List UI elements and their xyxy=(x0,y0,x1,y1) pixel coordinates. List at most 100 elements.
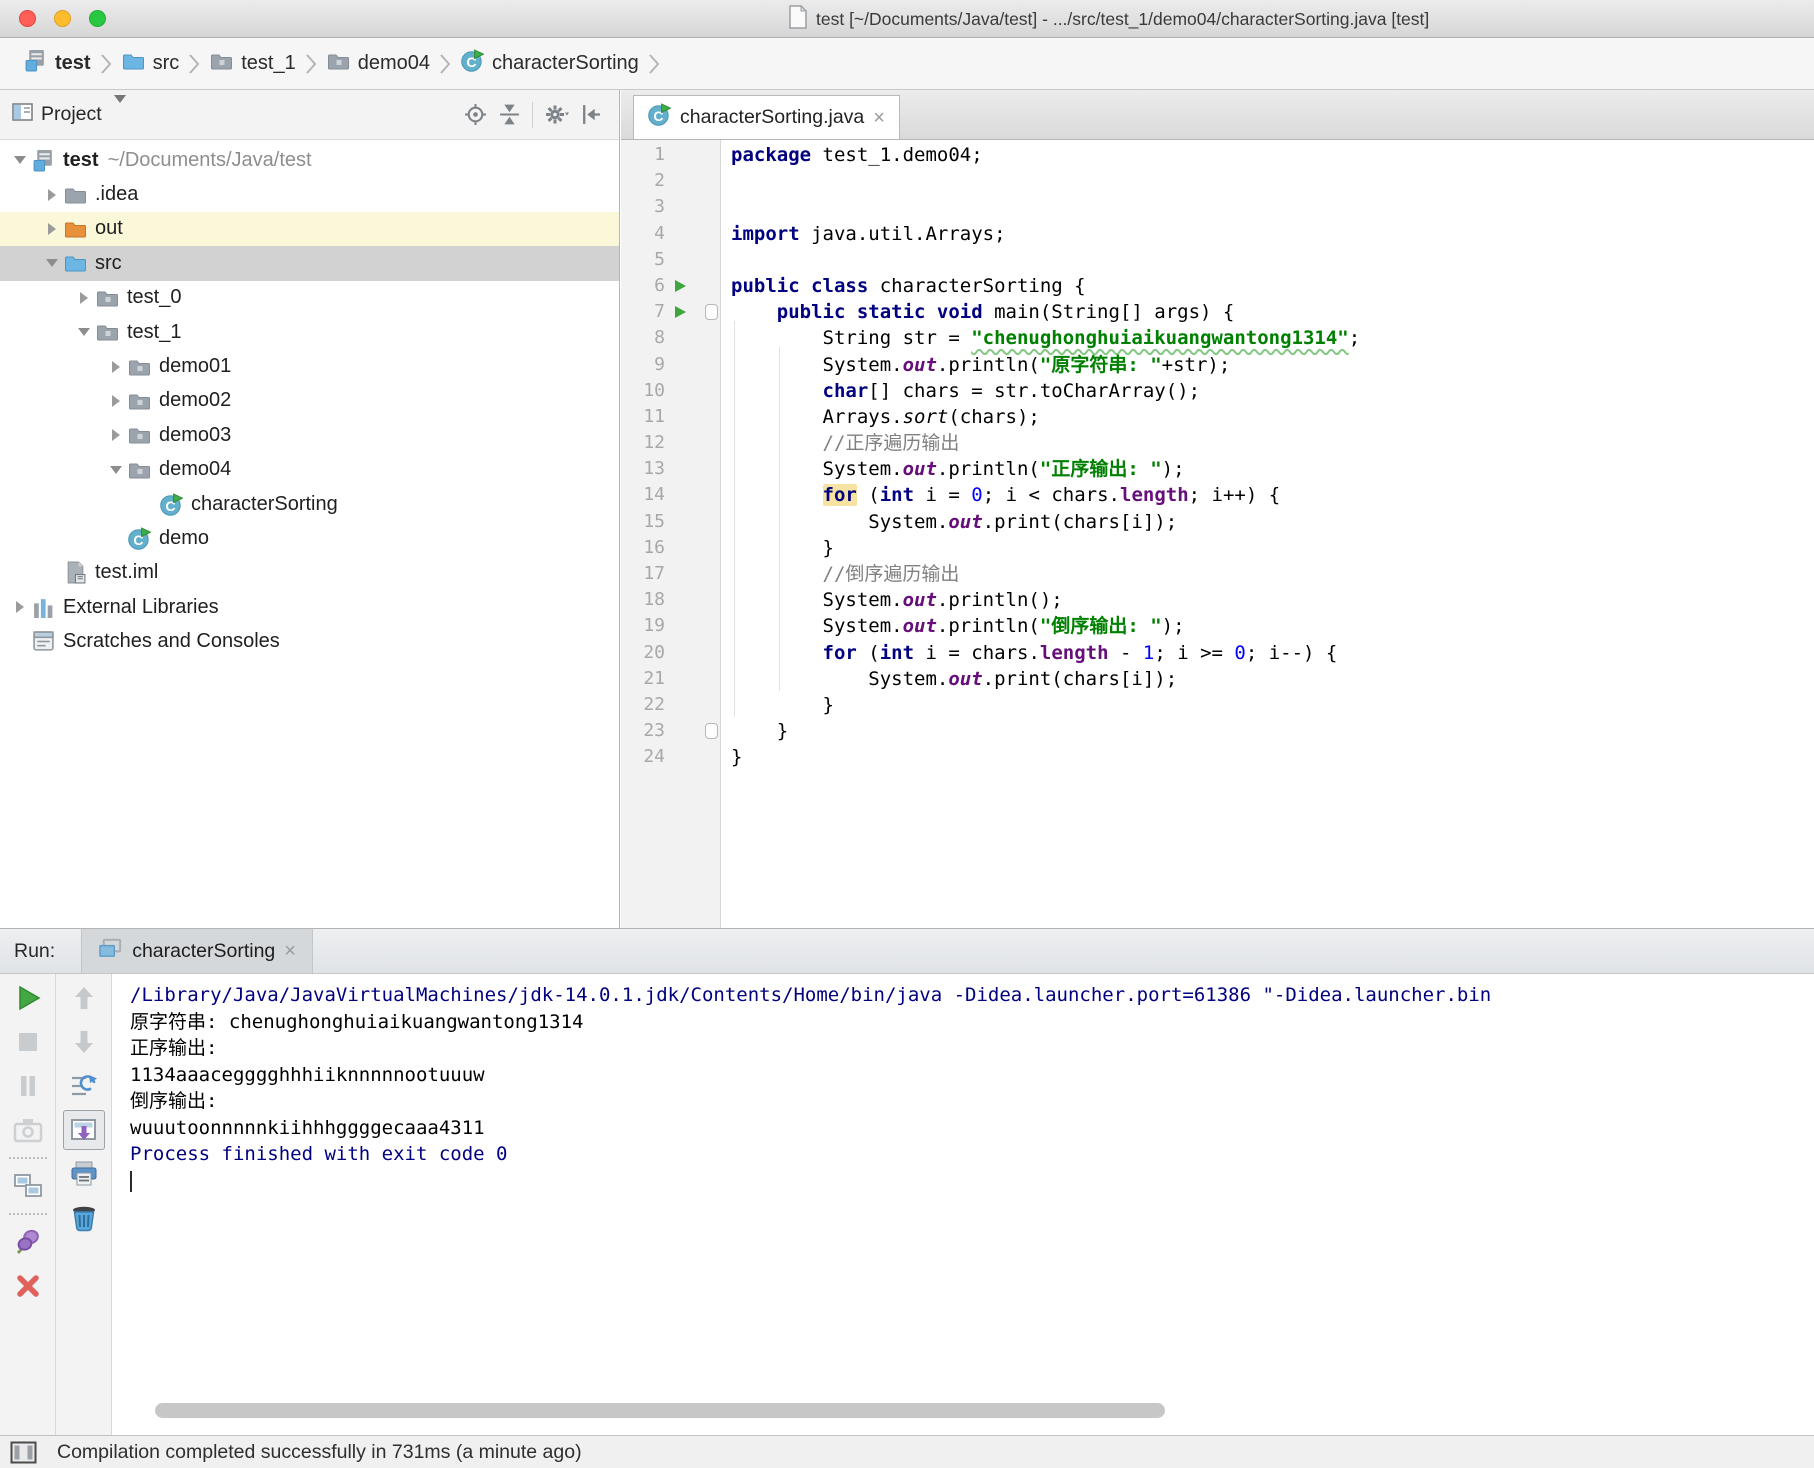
tree-item-test-iml[interactable]: test.iml xyxy=(0,556,619,590)
tree-item-demo[interactable]: Cdemo xyxy=(0,521,619,555)
fold-marker-icon[interactable] xyxy=(705,304,718,320)
gutter-line-18: 18 xyxy=(621,587,720,613)
rerun-button[interactable] xyxy=(0,976,55,1020)
settings-gear-icon[interactable] xyxy=(539,100,573,130)
pause-button[interactable] xyxy=(0,1064,55,1108)
expand-arrow-icon[interactable] xyxy=(72,328,96,336)
screenshot-button[interactable] xyxy=(0,1108,55,1152)
tree-item--idea[interactable]: .idea xyxy=(0,177,619,211)
folder-gray-icon xyxy=(64,184,88,206)
breadcrumb-item-charactersorting[interactable]: CcharacterSorting xyxy=(461,49,639,78)
gutter-line-10: 10 xyxy=(621,378,720,404)
tree-item-demo01[interactable]: demo01 xyxy=(0,349,619,383)
code-line-11[interactable]: Arrays.sort(chars); xyxy=(731,404,1814,430)
code-line-3[interactable] xyxy=(731,194,1814,220)
chevron-right-icon xyxy=(649,54,660,74)
run-tab-charactersorting[interactable]: characterSorting × xyxy=(81,929,313,973)
tree-item-demo02[interactable]: demo02 xyxy=(0,384,619,418)
tree-item-scratches-and-consoles[interactable]: Scratches and Consoles xyxy=(0,624,619,658)
breadcrumb-item-test_1[interactable]: test_1 xyxy=(210,50,295,78)
close-window-button[interactable] xyxy=(19,10,36,27)
tree-item-test-1[interactable]: test_1 xyxy=(0,315,619,349)
line-number: 5 xyxy=(621,247,665,273)
up-stack-button[interactable] xyxy=(56,976,111,1020)
hide-panel-icon[interactable] xyxy=(573,100,607,130)
down-stack-button[interactable] xyxy=(56,1020,111,1064)
tree-item-external-libraries[interactable]: External Libraries xyxy=(0,590,619,624)
expand-arrow-icon[interactable] xyxy=(40,223,64,235)
code-line-22[interactable]: } xyxy=(731,692,1814,718)
gutter-line-1: 1 xyxy=(621,142,720,168)
breadcrumb-item-src[interactable]: src xyxy=(122,50,180,78)
code-line-19[interactable]: System.out.println("倒序输出: "); xyxy=(731,613,1814,639)
locate-icon[interactable] xyxy=(458,100,492,130)
code-line-13[interactable]: System.out.println("正序输出: "); xyxy=(731,456,1814,482)
tree-item-src[interactable]: src xyxy=(0,246,619,280)
main-area: Project test~/Documents/Java/test.ideaou… xyxy=(0,90,1814,928)
expand-arrow-icon[interactable] xyxy=(104,466,128,474)
code-line-20[interactable]: for (int i = chars.length - 1; i >= 0; i… xyxy=(731,640,1814,666)
code-line-6[interactable]: public class characterSorting { xyxy=(731,273,1814,299)
toolwindow-toggle-icon[interactable] xyxy=(10,1441,37,1464)
code-line-24[interactable]: } xyxy=(731,744,1814,770)
run-line-icon[interactable] xyxy=(675,306,686,318)
code-editor[interactable]: 123456789101112131415161718192021222324 … xyxy=(621,140,1814,928)
tree-item-charactersorting[interactable]: CcharacterSorting xyxy=(0,487,619,521)
expand-arrow-icon[interactable] xyxy=(72,292,96,304)
code-line-15[interactable]: System.out.print(chars[i]); xyxy=(731,509,1814,535)
code-line-14[interactable]: for (int i = 0; i < chars.length; i++) { xyxy=(731,482,1814,508)
gutter-line-2: 2 xyxy=(621,168,720,194)
expand-arrow-icon[interactable] xyxy=(40,189,64,201)
tree-item-test[interactable]: test~/Documents/Java/test xyxy=(0,143,619,177)
fold-marker-icon[interactable] xyxy=(705,723,718,739)
stop-button[interactable] xyxy=(0,1020,55,1064)
expand-arrow-icon[interactable] xyxy=(104,395,128,407)
code-line-8[interactable]: String str = "chenughonghuiaikuangwanton… xyxy=(731,325,1814,351)
horizontal-scrollbar-thumb[interactable] xyxy=(155,1403,1165,1418)
code-line-23[interactable]: } xyxy=(731,718,1814,744)
code-line-4[interactable]: import java.util.Arrays; xyxy=(731,221,1814,247)
tree-item-label: test_0 xyxy=(127,286,181,309)
code-line-5[interactable] xyxy=(731,247,1814,273)
expand-arrow-icon[interactable] xyxy=(8,156,32,164)
close-panel-button[interactable] xyxy=(0,1264,55,1308)
code-area[interactable]: package test_1.demo04;import java.util.A… xyxy=(721,140,1814,928)
pin-button[interactable] xyxy=(0,1220,55,1264)
expand-arrow-icon[interactable] xyxy=(40,259,64,267)
clear-all-button[interactable] xyxy=(56,1196,111,1240)
code-line-16[interactable]: } xyxy=(731,535,1814,561)
run-line-icon[interactable] xyxy=(675,280,686,292)
code-line-10[interactable]: char[] chars = str.toCharArray(); xyxy=(731,378,1814,404)
scroll-to-end-button[interactable] xyxy=(56,1108,111,1152)
expand-arrow-icon[interactable] xyxy=(104,429,128,441)
close-run-tab-icon[interactable]: × xyxy=(284,941,296,961)
code-line-9[interactable]: System.out.println("原字符串: "+str); xyxy=(731,352,1814,378)
minimize-window-button[interactable] xyxy=(54,10,71,27)
tree-item-test-0[interactable]: test_0 xyxy=(0,281,619,315)
run-toolbar-left xyxy=(0,974,56,1435)
code-line-18[interactable]: System.out.println(); xyxy=(731,587,1814,613)
code-line-17[interactable]: //倒序遍历输出 xyxy=(731,561,1814,587)
editor-tab-charactersorting[interactable]: C characterSorting.java × xyxy=(633,95,900,139)
code-line-7[interactable]: public static void main(String[] args) { xyxy=(731,299,1814,325)
rerun-steps-button[interactable] xyxy=(56,1064,111,1108)
tree-item-demo04[interactable]: demo04 xyxy=(0,453,619,487)
zoom-window-button[interactable] xyxy=(89,10,106,27)
code-line-1[interactable]: package test_1.demo04; xyxy=(731,142,1814,168)
code-line-21[interactable]: System.out.print(chars[i]); xyxy=(731,666,1814,692)
print-button[interactable] xyxy=(56,1152,111,1196)
folder-pkg-icon xyxy=(128,424,152,446)
chevron-down-icon[interactable] xyxy=(114,103,126,126)
collapse-all-icon[interactable] xyxy=(492,100,526,130)
breadcrumb-item-demo04[interactable]: demo04 xyxy=(327,50,430,78)
run-console[interactable]: /Library/Java/JavaVirtualMachines/jdk-14… xyxy=(112,974,1814,1435)
tree-item-demo03[interactable]: demo03 xyxy=(0,418,619,452)
code-line-2[interactable] xyxy=(731,168,1814,194)
restore-layout-button[interactable] xyxy=(0,1164,55,1208)
close-tab-icon[interactable]: × xyxy=(873,108,885,128)
tree-item-out[interactable]: out xyxy=(0,212,619,246)
expand-arrow-icon[interactable] xyxy=(104,361,128,373)
code-line-12[interactable]: //正序遍历输出 xyxy=(731,430,1814,456)
expand-arrow-icon[interactable] xyxy=(8,601,32,613)
breadcrumb-item-test[interactable]: test xyxy=(24,49,91,78)
